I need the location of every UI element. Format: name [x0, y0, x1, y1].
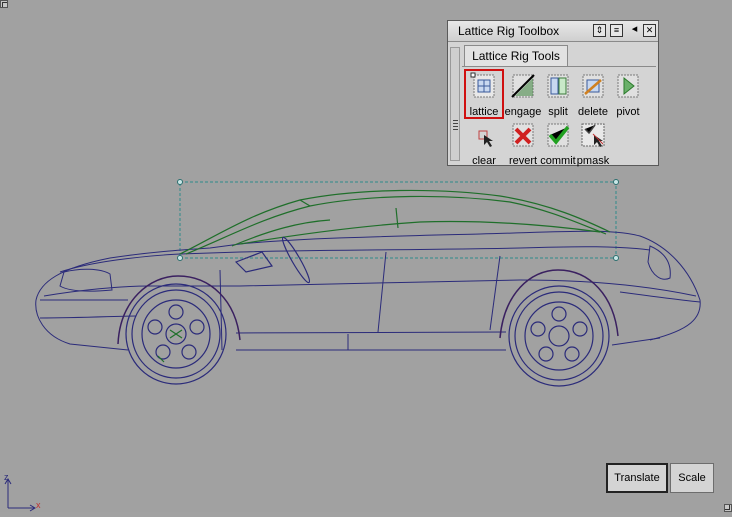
lattice-tool-button[interactable]: lattice	[464, 69, 504, 119]
tab-lattice-rig-tools[interactable]: Lattice Rig Tools	[464, 45, 568, 67]
delete-icon	[582, 74, 604, 98]
collapse-left-icon[interactable]: ◂	[628, 24, 641, 37]
axis-x-label: x	[36, 500, 41, 510]
lattice-point[interactable]	[177, 255, 183, 261]
engage-icon	[511, 74, 535, 98]
lattice-point[interactable]	[613, 255, 619, 261]
axis-z-label: z	[4, 472, 9, 482]
lattice-rig-toolbox[interactable]: Lattice Rig Toolbox ⇕ ≡ ◂ ✕ Lattice Rig …	[447, 20, 659, 167]
axis-gizmo: z x	[0, 470, 50, 512]
split-icon	[547, 74, 569, 98]
tool-panel: lattice engage split delete pivot clear …	[462, 66, 656, 167]
window-title: Lattice Rig Toolbox	[458, 24, 560, 38]
clear-icon	[478, 130, 493, 147]
clear-tool-button[interactable]: clear	[465, 119, 503, 167]
pivot-icon	[617, 74, 639, 98]
lattice-icon	[470, 72, 495, 98]
lattice-point[interactable]	[613, 179, 619, 185]
scale-button[interactable]: Scale	[670, 463, 714, 493]
tool-label: pmask	[576, 155, 610, 167]
translate-button[interactable]: Translate	[606, 463, 668, 493]
tool-label: pivot	[616, 106, 640, 118]
window-titlebar[interactable]: Lattice Rig Toolbox ⇕ ≡ ◂ ✕	[448, 21, 658, 42]
pmask-icon	[581, 123, 605, 147]
drag-handle[interactable]	[450, 47, 460, 161]
move-icon[interactable]: ⇕	[593, 24, 606, 37]
close-icon[interactable]: ✕	[643, 24, 656, 37]
list-icon[interactable]: ≡	[610, 24, 623, 37]
pmask-tool-button[interactable]: pmask	[574, 119, 612, 167]
rear-wheel[interactable]	[508, 285, 610, 387]
pivot-tool-button[interactable]: pivot	[609, 70, 647, 118]
revert-icon	[512, 123, 534, 147]
commit-icon	[547, 123, 570, 147]
lattice-point[interactable]	[177, 179, 183, 185]
